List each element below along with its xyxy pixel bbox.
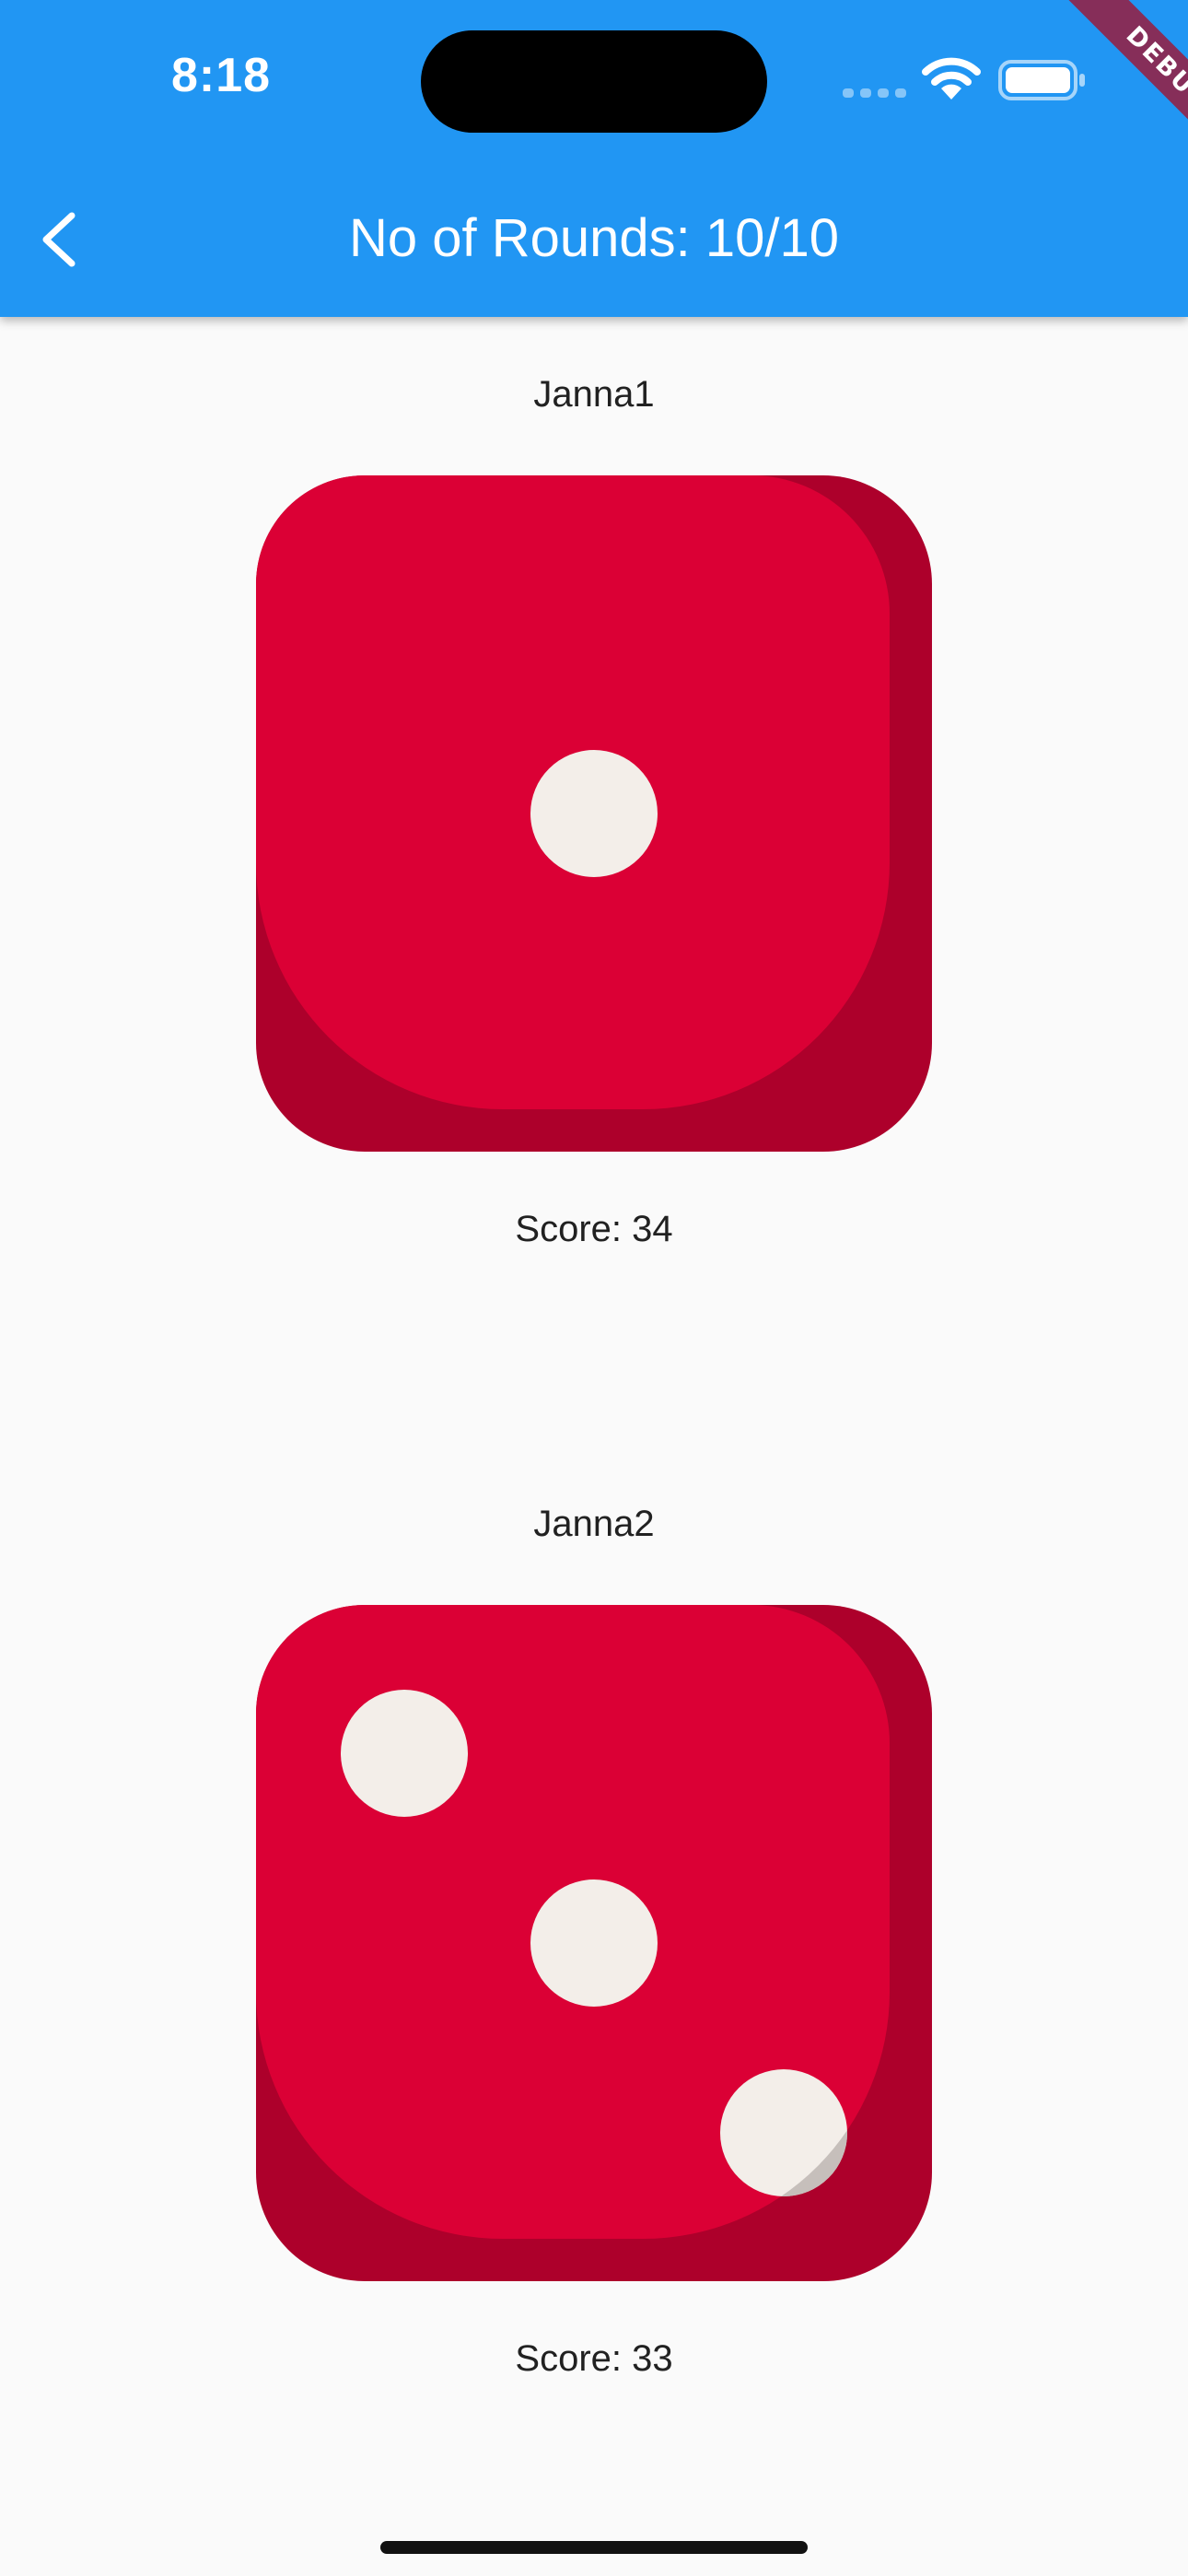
dynamic-island (421, 30, 767, 133)
debug-banner: DEBUG (1013, 0, 1188, 175)
dice-one-icon (256, 475, 932, 1152)
screen: 8:18 No of Rounds: 10/10 DEBUG Janna1 Sc… (0, 0, 1188, 2576)
player-score: Score: 33 (515, 2338, 673, 2379)
debug-banner-label: DEBUG (1054, 0, 1188, 175)
wifi-icon (922, 57, 981, 100)
player-score: Score: 34 (515, 1209, 673, 1249)
app-bar: 8:18 No of Rounds: 10/10 (0, 0, 1188, 317)
home-indicator (380, 2541, 808, 2554)
dice-three-icon (256, 1605, 932, 2281)
player-name: Janna2 (533, 1504, 655, 1544)
player-name: Janna1 (533, 374, 655, 415)
cellular-signal-icon (843, 88, 906, 98)
page-title: No of Rounds: 10/10 (348, 208, 840, 268)
status-time: 8:18 (171, 49, 272, 102)
